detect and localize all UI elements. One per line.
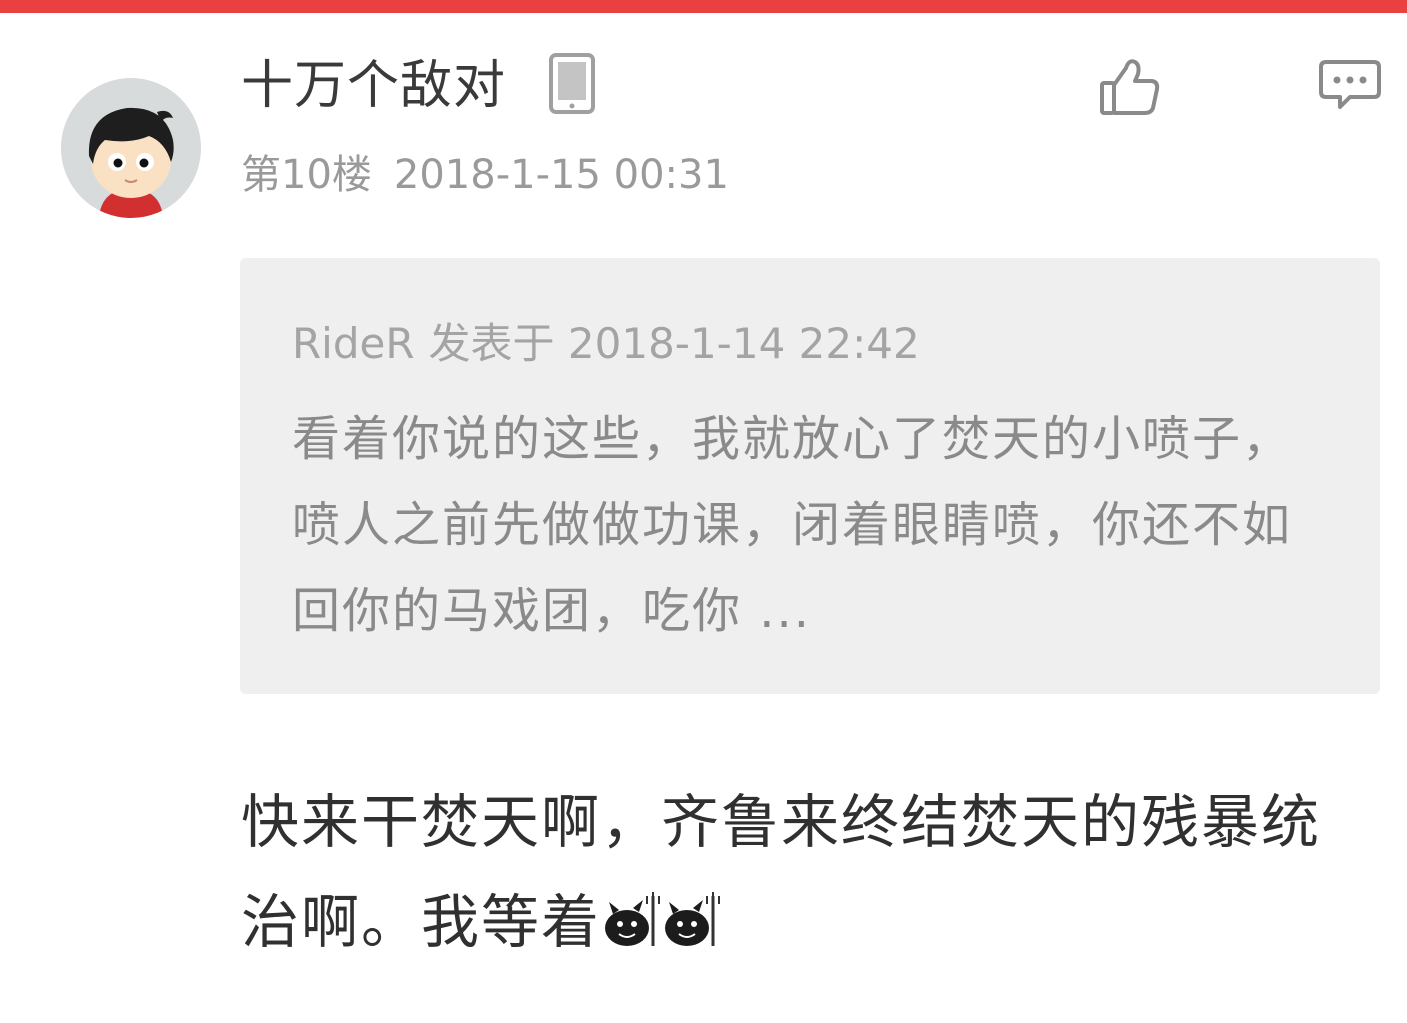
like-button[interactable] bbox=[1098, 56, 1162, 118]
phone-icon bbox=[549, 53, 595, 114]
quoted-post[interactable]: RideR 发表于 2018-1-14 22:42 看着你说的这些，我就放心了焚天… bbox=[240, 258, 1380, 694]
devil-emoji-icon bbox=[661, 880, 721, 946]
post-timestamp: 2018-1-15 00:31 bbox=[393, 152, 729, 198]
reply-content: 快来干焚天啊，齐鲁来终结焚天的残暴统治啊。我等着 bbox=[241, 772, 1361, 972]
reply-text: 快来干焚天啊，齐鲁来终结焚天的残暴统治啊。我等着 bbox=[241, 788, 1322, 956]
avatar[interactable] bbox=[61, 78, 201, 218]
username[interactable]: 十万个敌对 bbox=[241, 54, 506, 118]
floor-number: 第10楼 bbox=[241, 152, 372, 198]
thumbs-up-icon bbox=[1100, 59, 1160, 115]
devil-emoji-icon bbox=[601, 880, 661, 946]
quote-text: 看着你说的这些，我就放心了焚天的小喷子，喷人之前先做做功课，闭着眼睛喷，你还不如… bbox=[292, 411, 1293, 639]
comment-bubble-icon bbox=[1319, 60, 1381, 109]
avatar-image bbox=[61, 78, 201, 218]
quote-header: RideR 发表于 2018-1-14 22:42 bbox=[292, 318, 920, 370]
quote-author[interactable]: RideR bbox=[292, 319, 415, 368]
top-accent-bar bbox=[0, 0, 1407, 13]
post-meta: 第10楼 2018-1-15 00:31 bbox=[241, 150, 729, 200]
quote-timestamp: 2018-1-14 22:42 bbox=[567, 319, 920, 368]
comment-button[interactable] bbox=[1318, 59, 1382, 111]
quote-posted-label: 发表于 bbox=[428, 319, 555, 368]
